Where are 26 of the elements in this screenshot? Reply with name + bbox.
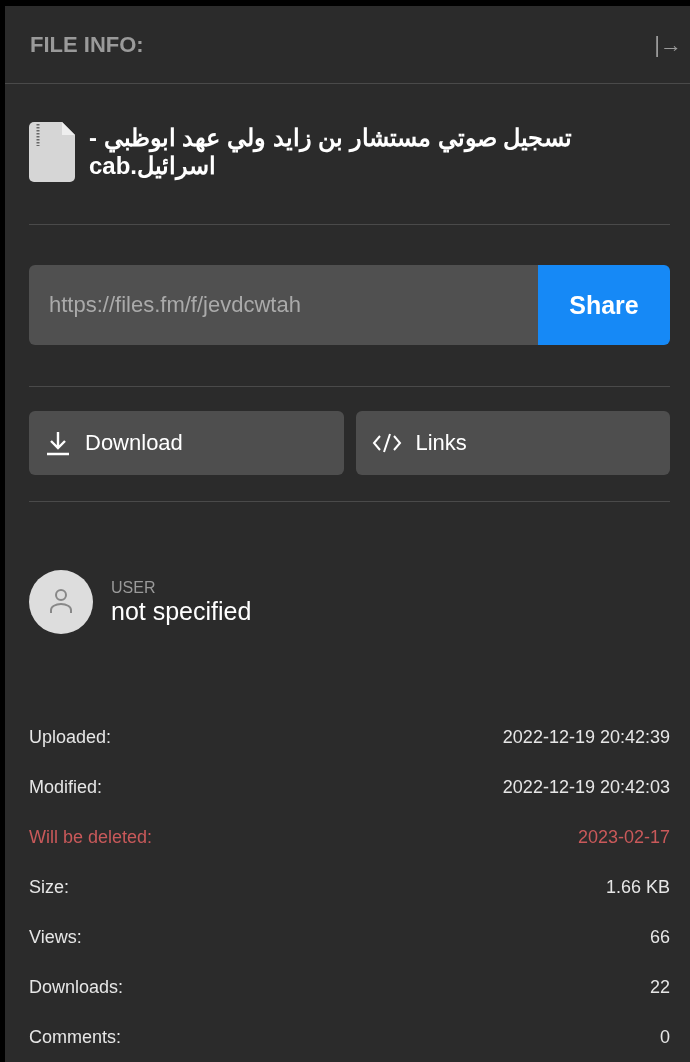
user-caption: USER (111, 578, 157, 597)
stat-value: 66 (649, 926, 670, 948)
code-icon (371, 432, 402, 454)
links-button[interactable]: Links (355, 411, 670, 475)
share-button[interactable]: Share (538, 265, 670, 345)
stat-label: Modified: (29, 776, 103, 798)
stat-label: Uploaded: (29, 726, 112, 748)
stat-value: 2022-12-19 20:42:39 (502, 726, 670, 748)
stat-value: 22 (649, 976, 670, 998)
stat-value: 2022-12-19 20:42:03 (502, 776, 670, 798)
stat-label: Views: (29, 926, 82, 948)
stat-value: 2023-02-17 (577, 826, 670, 848)
panel-title: FILE INFO: (30, 31, 144, 58)
stat-label: Comments: (29, 1026, 122, 1048)
stat-label: Will be deleted: (29, 826, 153, 848)
zip-file-icon (29, 122, 75, 182)
share-url-field[interactable]: https://files.fm/f/jevdcwtah (29, 265, 538, 345)
download-icon (45, 430, 71, 456)
stat-value: 0 (660, 1026, 670, 1048)
user-name: not specified (111, 596, 252, 626)
download-button[interactable]: Download (29, 411, 344, 475)
stat-value: 1.66 KB (605, 876, 670, 898)
stat-label: Size: (29, 876, 70, 898)
collapse-button[interactable]: |→ (654, 31, 682, 58)
stat-label: Downloads: (29, 976, 124, 998)
file-name: تسجيل صوتي مستشار بن زايد ولي عهد ابوظبي - اسرائيل.cab (89, 124, 574, 180)
